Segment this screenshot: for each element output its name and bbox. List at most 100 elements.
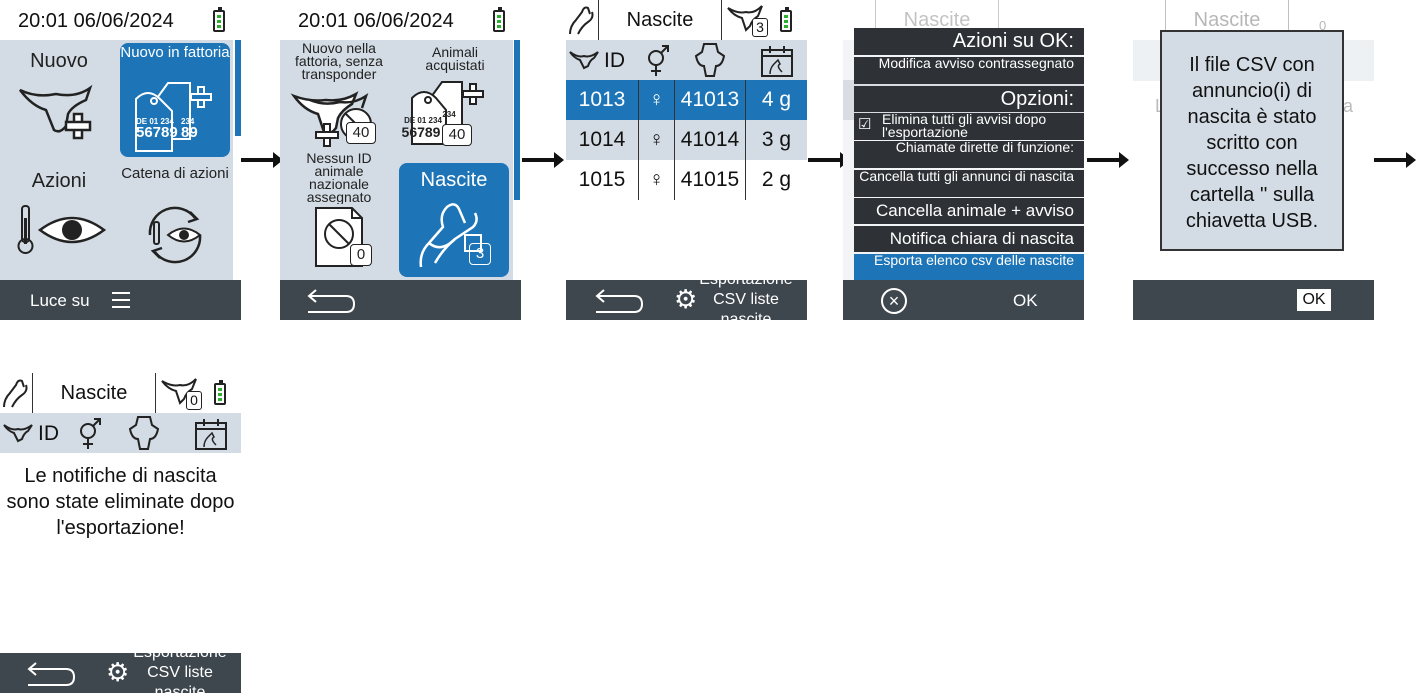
ok-button[interactable]: OK: [1297, 289, 1331, 311]
table-row[interactable]: 1013 ♀ 41013 4 g: [566, 80, 807, 120]
menu-item-export-csv[interactable]: Esporta elenco csv delle nascite: [854, 253, 1084, 280]
tile-label: Nuovo nella fattoria, senza transponder: [295, 40, 383, 82]
cancel-circle-icon[interactable]: ×: [881, 288, 907, 314]
birth-calendar-icon: [195, 419, 227, 450]
export-csv-button[interactable]: Esportazione CSV liste nascite: [696, 270, 796, 320]
mother-cow-icon: [694, 43, 726, 77]
cell-sex: ♀: [638, 80, 675, 120]
menu-item-modify[interactable]: Modifica avviso contrassegnato: [854, 56, 1084, 84]
cell-age: 4 g: [745, 80, 807, 120]
cow-plus-no-transponder-icon: [290, 91, 372, 147]
tile-new-in-farm[interactable]: Nuovo in fattoria DE 01 234 56789 234 89: [120, 43, 230, 157]
column-header-row: ID: [0, 413, 241, 453]
header: Nascite 0: [0, 373, 241, 414]
menu-item-label: Elimina tutti gli avvisi dopo l'esportaz…: [882, 111, 1047, 140]
badge: 40: [442, 124, 472, 146]
footer-bar: Luce su: [0, 280, 241, 320]
page-title: Nascite: [32, 373, 156, 413]
table-row[interactable]: 1015 ♀ 41015 2 g: [566, 160, 807, 200]
cell-mother: 41014: [674, 120, 746, 160]
checkbox-checked-icon[interactable]: ☑: [858, 117, 871, 132]
tile-actions[interactable]: Azioni: [4, 164, 114, 276]
badge: 3: [469, 243, 491, 265]
tile-action-chain-label: Catena di azioni: [121, 165, 229, 182]
menu-icon[interactable]: [112, 292, 130, 308]
screen-options-menu: Nascite Azioni su OK: Modifica avviso co…: [843, 0, 1084, 320]
battery-icon: [780, 7, 792, 32]
footer-bar: ⚙ Esportazione CSV liste nascite: [566, 271, 807, 320]
dialog-message: Il file CSV con annuncio(i) di nascita è…: [1185, 54, 1319, 232]
tile-action-chain[interactable]: Catena di azioni: [120, 164, 230, 276]
col-id: ID: [604, 49, 625, 72]
tag-text-line2: 56789: [136, 124, 178, 141]
bg-letter-right: a: [1343, 96, 1354, 116]
cell-age: 3 g: [745, 120, 807, 160]
menu-header-actions: Azioni su OK:: [854, 28, 1084, 55]
header-badge: 0: [186, 391, 202, 410]
tile-new-without-transponder[interactable]: Nuovo nella fattoria, senza transponder …: [286, 40, 392, 156]
sex-icon: [648, 45, 669, 76]
badge: 0: [350, 244, 372, 266]
screen-births-empty: Nascite 0 ID Le notifiche di nascita son…: [0, 373, 241, 693]
scrollbar[interactable]: [514, 40, 520, 200]
tile-purchased-animals[interactable]: Animali acquistati DE 01 234 56789 234 4…: [402, 42, 508, 156]
menu-item-cancel-all[interactable]: Cancella tutti gli annunci di nascita: [854, 169, 1084, 197]
battery-icon: [213, 7, 225, 32]
tag-back-text: 234: [442, 110, 456, 119]
tag-text-line2: 56789: [401, 124, 441, 140]
flow-arrow: [241, 152, 283, 168]
tile-actions-label: Azioni: [31, 170, 87, 192]
success-dialog: Il file CSV con annuncio(i) di nascita è…: [1160, 30, 1344, 251]
scrollbar[interactable]: [235, 40, 241, 136]
footer-bar: OK: [1133, 280, 1374, 320]
ok-button[interactable]: OK: [1013, 291, 1038, 311]
battery-icon: [214, 380, 226, 405]
cell-mother: 41015: [674, 160, 746, 200]
back-arrow-icon[interactable]: [26, 661, 76, 687]
footer-bar: × OK: [843, 280, 1084, 320]
light-on-button[interactable]: Luce su: [30, 291, 90, 311]
menu-header-options: Opzioni:: [854, 86, 1084, 112]
tile-new-in-farm-label: Nuovo in fattoria: [120, 44, 230, 61]
battery-icon: [493, 7, 505, 32]
clock: 20:01 06/06/2024: [298, 10, 454, 32]
chain-cycle-icon: [148, 206, 202, 264]
screen-main-menu: 20:01 06/06/2024 Nuovo Nuovo in fattoria…: [0, 0, 241, 320]
stork-icon: [3, 379, 28, 408]
stork-icon: [569, 6, 594, 35]
cow-head-icon: [569, 51, 599, 70]
back-arrow-icon[interactable]: [306, 288, 356, 314]
badge: 40: [346, 122, 376, 144]
screen-new-in-farm: 20:01 06/06/2024 Nuovo nella fattoria, s…: [280, 0, 521, 320]
screen-births-list: Nascite 3 ID 1013 ♀ 41013 4 g 1014 ♀ 410…: [566, 0, 807, 320]
tile-no-national-id[interactable]: Nessun ID animale nazionale assegnato 0: [286, 152, 392, 276]
column-header-row: ID: [566, 40, 807, 80]
cell-id: 1014: [566, 120, 639, 160]
cell-mother: 41013: [674, 80, 746, 120]
footer-bar: [280, 280, 521, 320]
export-csv-button[interactable]: Esportazione CSV liste nascite: [130, 643, 230, 693]
flow-arrow: [1374, 152, 1416, 168]
page-title: Nascite: [598, 0, 722, 40]
table-row[interactable]: 1014 ♀ 41014 3 g: [566, 120, 807, 160]
birth-calendar-icon: [761, 46, 793, 77]
cow-plus-icon: [19, 84, 93, 140]
tile-label: Nessun ID animale nazionale assegnato: [306, 152, 372, 204]
menu-item-delete-after-export[interactable]: ☑ Elimina tutti gli avvisi dopo l'esport…: [854, 111, 1084, 140]
menu-item-cancel-animal[interactable]: Cancella animale + avviso: [854, 198, 1084, 224]
status-bar: 20:01 06/06/2024: [0, 0, 241, 40]
gear-icon[interactable]: ⚙: [674, 286, 697, 312]
gear-icon[interactable]: ⚙: [106, 659, 129, 685]
status-bar: 20:01 06/06/2024: [280, 0, 521, 40]
tile-births[interactable]: Nascite 3: [399, 163, 509, 277]
back-arrow-icon[interactable]: [594, 288, 644, 314]
tile-new[interactable]: Nuovo: [4, 44, 114, 156]
mother-cow-icon: [128, 416, 160, 450]
cow-head-icon: [3, 424, 33, 443]
cell-sex: ♀: [638, 160, 675, 200]
flow-arrow: [808, 152, 850, 168]
thermometer-eye-icon: [17, 205, 107, 254]
footer-bar: ⚙ Esportazione CSV liste nascite: [0, 644, 241, 693]
tile-label: Nascite: [420, 169, 488, 191]
menu-item-notify-birth[interactable]: Notifica chiara di nascita: [854, 226, 1084, 252]
